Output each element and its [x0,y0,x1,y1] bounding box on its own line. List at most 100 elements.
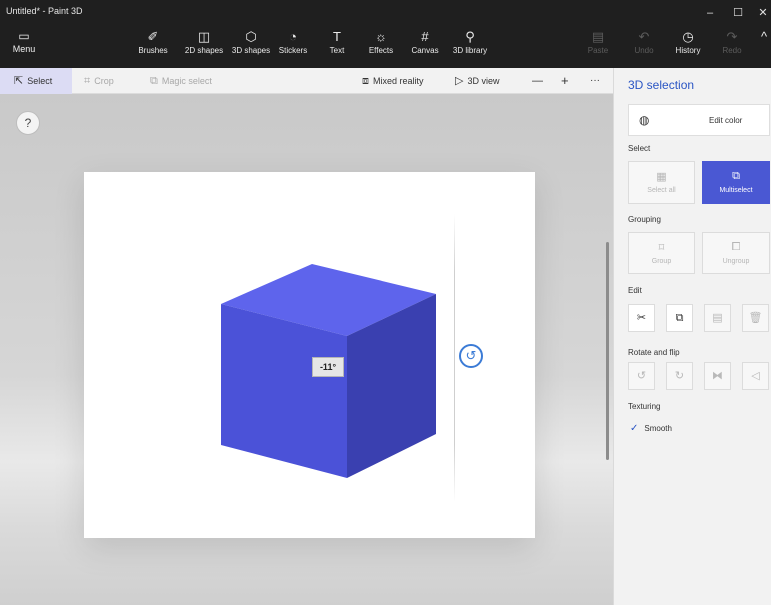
texturing-section-label: Texturing [628,402,661,411]
zoom-out-button[interactable]: — [532,68,543,94]
3d-selection-panel: 3D selection ◍ Edit color Select ▦ Selec… [613,68,771,605]
flip-horizontal-icon: ⧓ [712,370,723,382]
paste-panel-button[interactable]: ▤ [704,304,731,332]
history-label: History [675,46,701,55]
cursor-icon: ⇱ [14,75,24,87]
panel-title: 3D selection [628,78,695,92]
tool-canvas[interactable]: # Canvas [409,28,441,64]
select-all-button[interactable]: ▦ Select all [628,161,695,204]
rotate-right-button[interactable]: ↻ [666,362,693,390]
checkmark-icon: ✓ [630,423,639,434]
tool-label: 2D shapes [184,46,224,55]
history-icon: ◷ [682,29,694,44]
paste-button[interactable]: ▤ Paste [584,28,612,64]
effects-icon: ☼ [375,29,387,44]
history-button[interactable]: ◷ History [672,28,704,64]
group-button[interactable]: ⌑ Group [628,232,695,274]
collapse-ribbon-button[interactable]: ^ [758,28,770,64]
tool-3d-library[interactable]: ⚲ 3D library [450,28,490,64]
flip-vertical-icon: ◁ [751,370,760,382]
more-icon: ··· [590,75,600,86]
more-options-button[interactable]: ··· [590,68,600,94]
tool-label: Text [329,46,345,55]
rotate-left-button[interactable]: ↺ [628,362,655,390]
cut-button[interactable]: ✂ [628,304,655,332]
edit-color-label: Edit color [709,116,743,125]
rotation-angle-value: -11° [319,362,337,372]
rotate-flip-section-label: Rotate and flip [628,348,680,357]
minimize-icon: – [706,7,714,19]
tool-effects[interactable]: ☼ Effects [366,28,396,64]
3d-view-button[interactable]: ▷ 3D view [455,68,499,94]
ungroup-button[interactable]: ⧠ Ungroup [702,232,770,274]
tool-3d-shapes[interactable]: ⬡ 3D shapes [229,28,273,64]
magic-select-icon: ⧉ [150,75,158,87]
3d-shapes-icon: ⬡ [245,29,257,44]
tool-brushes[interactable]: ✐ Brushes [131,28,175,64]
close-button[interactable]: ✕ [750,2,771,24]
flip-vertical-button[interactable]: ◁ [742,362,769,390]
select-tool[interactable]: ⇱ Select [0,68,72,94]
smooth-label: Smooth [644,424,672,433]
delete-button[interactable]: 🗑 [742,304,769,332]
group-icon: ⌑ [658,242,665,254]
paste-icon: ▤ [591,29,605,44]
multiselect-label: Multiselect [719,187,753,194]
chevron-up-icon: ^ [760,29,768,44]
brush-icon: ✐ [147,29,159,44]
maximize-button[interactable]: ☐ [725,2,751,24]
menu-label: Menu [12,44,36,54]
cube-3d-object[interactable] [0,94,613,605]
3d-library-icon: ⚲ [465,29,475,44]
rotate-right-icon: ↻ [674,370,685,382]
zoom-in-button[interactable]: + [561,68,569,94]
text-icon: T [333,29,341,44]
magic-select-label: Magic select [161,76,212,86]
stickers-icon: ◔ [289,29,297,44]
zoom-in-icon: + [561,73,569,88]
copy-button[interactable]: ⧉ [666,304,693,332]
2d-shapes-icon: ◫ [197,29,211,44]
mixed-reality-button[interactable]: ⧈ Mixed reality [362,68,424,94]
tool-2d-shapes[interactable]: ◫ 2D shapes [181,28,227,64]
select-section-label: Select [628,144,651,153]
undo-button[interactable]: ↶ Undo [630,28,658,64]
tool-label: 3D shapes [231,46,271,55]
crop-tool[interactable]: ⌗ Crop [84,68,114,94]
window-title: Untitled* - Paint 3D [6,6,83,16]
canvas-area[interactable]: ? ↺ -11° [0,94,613,605]
ungroup-icon: ⧠ [731,241,741,253]
tool-stickers[interactable]: ◔ Stickers [275,28,311,64]
ribbon: ▭ Menu ✐ Brushes ◫ 2D shapes ⬡ 3D shapes… [0,28,771,68]
ungroup-label: Ungroup [722,258,750,265]
undo-label: Undo [634,46,654,55]
crop-label: Crop [94,76,114,86]
paste-label: Paste [587,46,609,55]
redo-button[interactable]: ↷ Redo [718,28,746,64]
3d-view-label: 3D view [467,76,500,86]
tool-label: Stickers [278,46,308,55]
palette-icon: ◍ [639,113,650,127]
folder-icon: ▭ [18,29,30,43]
tool-label: Canvas [411,46,439,55]
vertical-scrollbar[interactable] [606,242,609,460]
tool-label: Brushes [138,46,168,55]
menu-button[interactable]: ▭ Menu [4,28,44,64]
maximize-icon: ☐ [733,7,743,19]
rotation-guide-line [454,214,455,502]
redo-icon: ↷ [726,29,738,44]
select-label: Select [27,76,53,86]
edit-color-button[interactable]: ◍ Edit color [628,104,770,136]
multiselect-button[interactable]: ⧉ Multiselect [702,161,770,204]
undo-icon: ↶ [638,29,650,44]
select-all-label: Select all [647,187,676,194]
flip-horizontal-button[interactable]: ⧓ [704,362,731,390]
smooth-option[interactable]: ✓ Smooth [630,423,672,434]
tool-text[interactable]: T Text [323,28,351,64]
rotation-handle[interactable]: ↺ [459,344,483,368]
3d-view-icon: ▷ [455,75,464,87]
minimize-button[interactable]: – [697,2,723,24]
magic-select-tool[interactable]: ⧉ Magic select [150,68,212,94]
canvas-icon: # [421,29,429,44]
tool-label: 3D library [452,46,488,55]
